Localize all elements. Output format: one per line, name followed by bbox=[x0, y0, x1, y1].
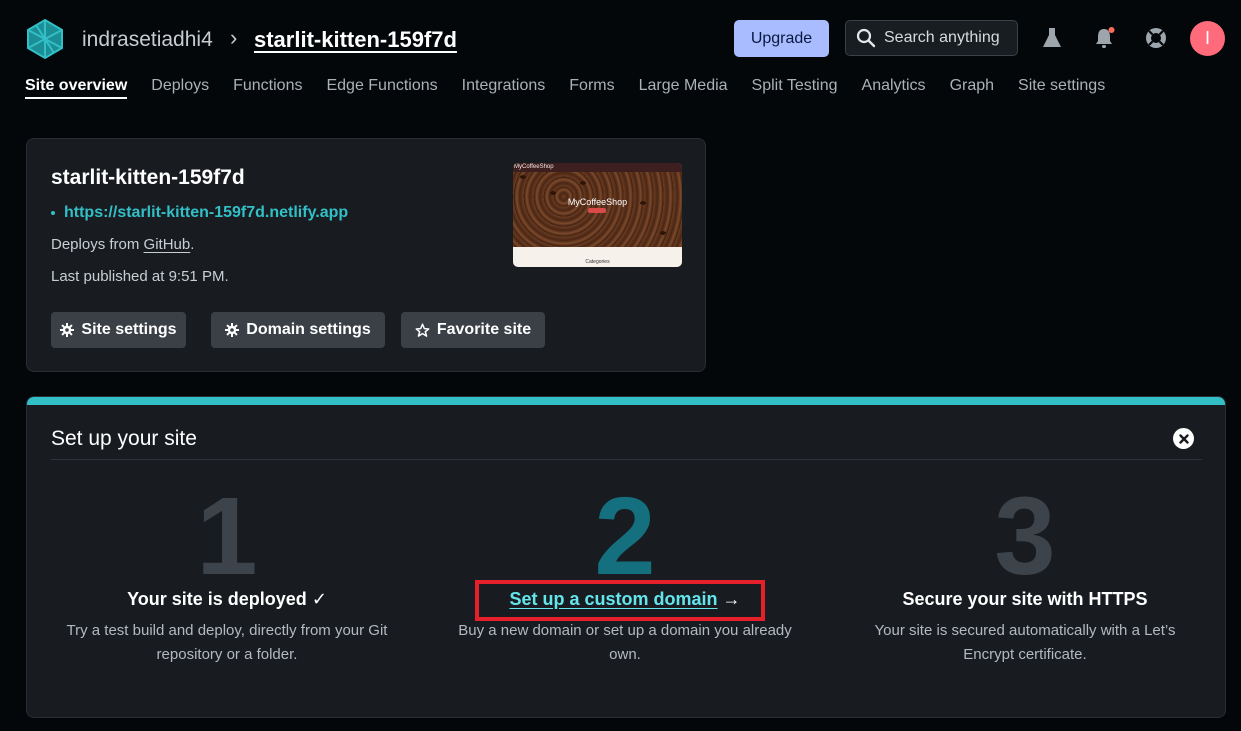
setup-step-deployed: 1 Your site is deployed ✓ Try a test bui… bbox=[37, 475, 417, 667]
domain-settings-button[interactable]: Domain settings bbox=[211, 312, 385, 348]
site-url-link[interactable]: https://starlit-kitten-159f7d.netlify.ap… bbox=[51, 204, 348, 222]
top-header: indrasetiadhi4 › starlit-kitten-159f7d U… bbox=[0, 0, 1241, 110]
step-description: Try a test build and deploy, directly fr… bbox=[66, 622, 388, 663]
step-heading: Your site is deployed ✓ bbox=[37, 587, 417, 611]
deploys-from-suffix: . bbox=[190, 236, 195, 253]
tab-forms[interactable]: Forms bbox=[569, 77, 614, 99]
site-name-heading: starlit-kitten-159f7d bbox=[51, 166, 245, 189]
preview-hero-title: MyCoffeeShop bbox=[567, 197, 628, 207]
lifebuoy-icon bbox=[1146, 28, 1166, 48]
upgrade-button[interactable]: Upgrade bbox=[734, 20, 829, 57]
close-icon bbox=[1178, 433, 1189, 444]
close-setup-button[interactable] bbox=[1173, 428, 1194, 449]
tab-integrations[interactable]: Integrations bbox=[462, 77, 546, 99]
panel-divider bbox=[51, 459, 1202, 460]
flask-icon bbox=[1043, 28, 1061, 47]
step-description: Buy a new domain or set up a domain you … bbox=[458, 622, 792, 663]
site-url-text[interactable]: https://starlit-kitten-159f7d.netlify.ap… bbox=[64, 204, 348, 222]
setup-step-https: 3 Secure your site with HTTPS Your site … bbox=[835, 475, 1215, 667]
step-number: 1 bbox=[196, 475, 258, 598]
site-preview-thumbnail[interactable]: MyCoffeeShop MyCoffeeShop Categories bbox=[513, 163, 682, 267]
github-repo-link[interactable]: GitHub bbox=[144, 236, 191, 253]
labs-button[interactable] bbox=[1038, 24, 1066, 52]
deploys-from-text: Deploys from GitHub. bbox=[51, 236, 194, 253]
deploys-from-prefix: Deploys from bbox=[51, 236, 140, 253]
checkmark-icon: ✓ bbox=[311, 589, 327, 609]
breadcrumb-separator-icon: › bbox=[230, 25, 238, 50]
panel-accent-bar bbox=[27, 397, 1225, 405]
step-description: Your site is secured automatically with … bbox=[874, 622, 1176, 663]
preview-nav-text: MyCoffeeShop bbox=[513, 163, 682, 172]
tab-deploys[interactable]: Deploys bbox=[151, 77, 209, 99]
setup-panel-title: Set up your site bbox=[51, 427, 197, 450]
search-label: Search anything bbox=[884, 29, 1000, 46]
step-number: 3 bbox=[994, 475, 1056, 598]
tab-edge-functions[interactable]: Edge Functions bbox=[326, 77, 437, 99]
bullet-icon bbox=[51, 211, 55, 215]
site-settings-button[interactable]: Site settings bbox=[51, 312, 186, 348]
tab-site-settings[interactable]: Site settings bbox=[1018, 77, 1105, 99]
breadcrumb-team[interactable]: indrasetiadhi4 bbox=[82, 28, 213, 52]
site-nav-tabs: Site overview Deploys Functions Edge Fun… bbox=[25, 77, 1105, 99]
preview-section-label: Categories bbox=[585, 259, 610, 265]
site-overview-card: starlit-kitten-159f7d https://starlit-ki… bbox=[26, 138, 706, 372]
setup-site-panel: Set up your site 1 Your site is deployed… bbox=[26, 396, 1226, 718]
gear-icon bbox=[225, 323, 240, 337]
step-heading-text: Your site is deployed bbox=[127, 589, 307, 609]
tab-analytics[interactable]: Analytics bbox=[862, 77, 926, 99]
domain-settings-label: Domain settings bbox=[246, 321, 371, 338]
notifications-button[interactable] bbox=[1090, 24, 1118, 52]
step-heading: Secure your site with HTTPS bbox=[902, 589, 1148, 609]
notification-dot bbox=[1108, 27, 1115, 33]
site-settings-label: Site settings bbox=[81, 321, 177, 338]
tab-functions[interactable]: Functions bbox=[233, 77, 302, 99]
tab-split-testing[interactable]: Split Testing bbox=[752, 77, 838, 99]
favorite-site-label: Favorite site bbox=[436, 321, 532, 338]
breadcrumb-site[interactable]: starlit-kitten-159f7d bbox=[254, 27, 457, 53]
last-published-text: Last published at 9:51 PM. bbox=[51, 268, 229, 285]
tab-graph[interactable]: Graph bbox=[950, 77, 994, 99]
star-icon bbox=[415, 323, 430, 337]
setup-step-custom-domain: 2 Set up a custom domain → Buy a new dom… bbox=[435, 475, 815, 667]
highlight-box bbox=[475, 580, 765, 621]
gear-icon bbox=[60, 323, 75, 337]
favorite-site-button[interactable]: Favorite site bbox=[401, 312, 545, 348]
step-number: 2 bbox=[594, 475, 656, 598]
tab-site-overview[interactable]: Site overview bbox=[25, 77, 128, 99]
preview-cta-button bbox=[588, 208, 606, 213]
search-icon bbox=[856, 28, 876, 48]
user-avatar[interactable]: I bbox=[1190, 21, 1225, 56]
search-button[interactable]: Search anything bbox=[845, 20, 1018, 56]
bell-icon bbox=[1096, 27, 1115, 48]
tab-large-media[interactable]: Large Media bbox=[639, 77, 728, 99]
help-button[interactable] bbox=[1142, 24, 1170, 52]
netlify-logo-icon[interactable] bbox=[24, 18, 66, 60]
